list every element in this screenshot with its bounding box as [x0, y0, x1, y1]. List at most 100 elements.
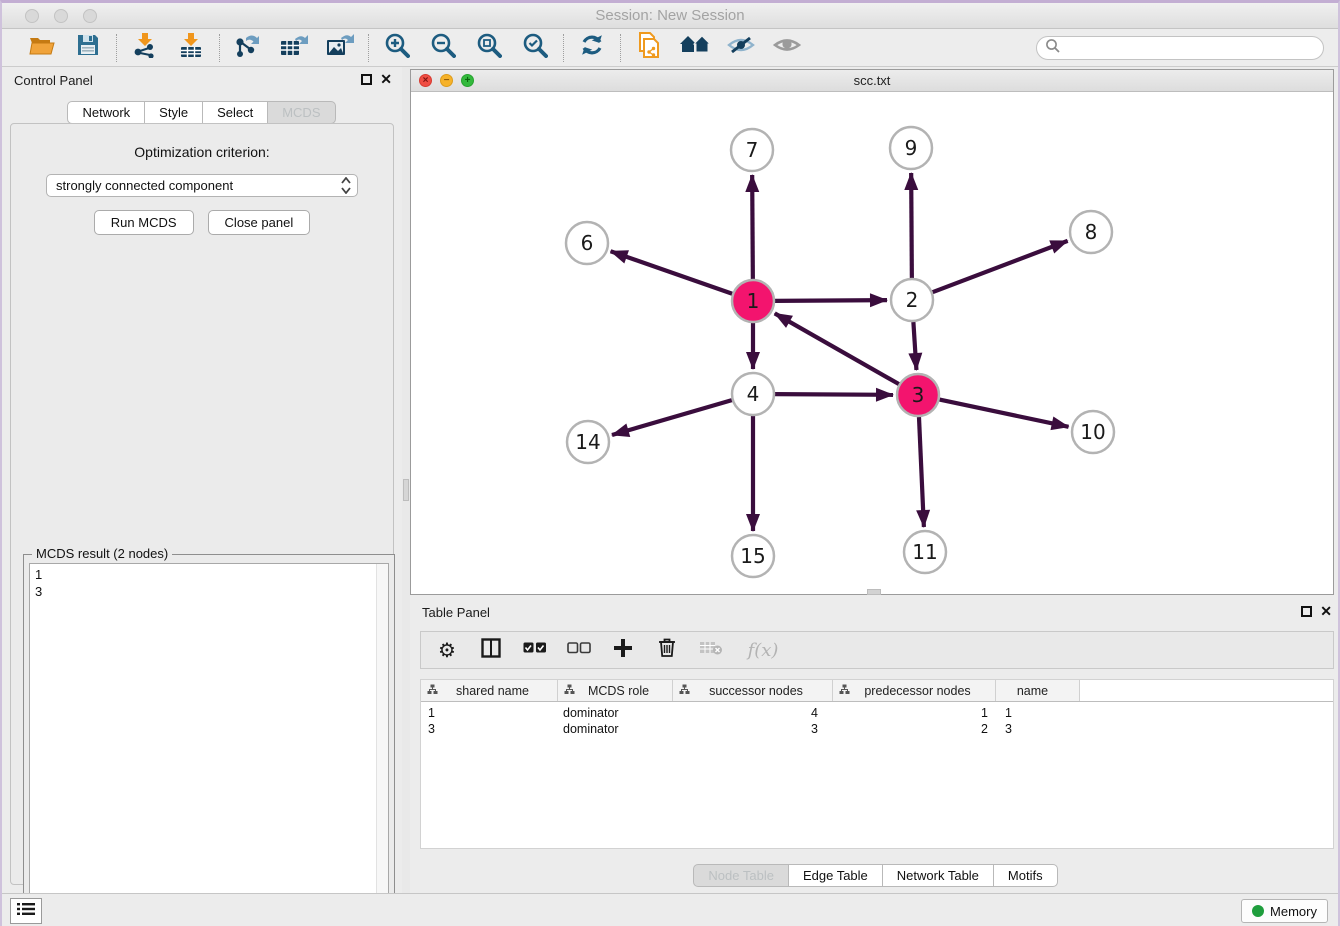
table-panel: Table Panel ✕ ⚙: [410, 599, 1340, 893]
graph-node-label: 9: [905, 136, 918, 160]
deselect-all-button[interactable]: [567, 638, 591, 662]
hide-graphics-details-button[interactable]: [726, 33, 756, 63]
criterion-select[interactable]: strongly connected component: [46, 174, 358, 197]
open-folder-icon: [28, 33, 56, 62]
trash-icon: [658, 637, 676, 663]
graph-edge-3-10[interactable]: [940, 400, 1069, 427]
main-toolbar: [2, 29, 1338, 67]
table-row[interactable]: 1 dominator 4 1 1: [421, 705, 1333, 721]
zoom-in-button[interactable]: [382, 33, 412, 63]
graph-node-label: 14: [575, 430, 600, 454]
export-table-button[interactable]: [279, 33, 309, 63]
table-row[interactable]: 3 dominator 3 2 3: [421, 721, 1333, 737]
graph-edge-2-3[interactable]: [913, 322, 916, 370]
float-table-panel-icon[interactable]: [1301, 606, 1312, 617]
mcds-result-text[interactable]: 1 3: [29, 563, 389, 926]
column-pane-icon: [481, 638, 501, 663]
close-table-panel-icon[interactable]: ✕: [1320, 606, 1332, 617]
import-table-button[interactable]: [176, 33, 206, 63]
export-network-button[interactable]: [233, 33, 263, 63]
eye-icon: [773, 34, 801, 61]
delete-table-button[interactable]: [699, 638, 723, 662]
tab-mcds[interactable]: MCDS: [267, 101, 335, 124]
graph-node-10[interactable]: 10: [1072, 411, 1114, 453]
function-builder-button[interactable]: f(x): [743, 638, 783, 662]
export-image-button[interactable]: [325, 33, 355, 63]
zoom-selected-button[interactable]: [520, 33, 550, 63]
graph-node-3[interactable]: 3: [897, 374, 939, 416]
search-input[interactable]: [1036, 36, 1324, 60]
column-header-shared-name[interactable]: shared name: [421, 680, 558, 701]
column-header-name[interactable]: name: [996, 680, 1080, 701]
tab-motifs[interactable]: Motifs: [993, 864, 1058, 887]
graph-edge-1-6[interactable]: [611, 251, 733, 293]
tab-edge-table[interactable]: Edge Table: [788, 864, 883, 887]
memory-button[interactable]: Memory: [1241, 899, 1328, 923]
graph-node-14[interactable]: 14: [567, 421, 609, 463]
memory-status-icon: [1252, 905, 1264, 917]
zoom-out-button[interactable]: [428, 33, 458, 63]
column-layout-button[interactable]: [479, 638, 503, 662]
add-column-button[interactable]: [611, 638, 635, 662]
network-split-handle[interactable]: [867, 589, 881, 595]
run-mcds-button[interactable]: Run MCDS: [94, 210, 194, 235]
graph-edge-1-2[interactable]: [775, 300, 887, 301]
table-settings-button[interactable]: ⚙: [435, 638, 459, 662]
import-network-button[interactable]: [130, 33, 160, 63]
graph-edge-3-1[interactable]: [775, 313, 899, 384]
optimization-criterion-label: Optimization criterion:: [11, 144, 393, 160]
graph-node-9[interactable]: 9: [890, 127, 932, 169]
zoom-fit-icon: [476, 32, 502, 63]
close-panel-icon[interactable]: ✕: [380, 74, 392, 85]
tab-network-table[interactable]: Network Table: [882, 864, 994, 887]
network-window-titlebar[interactable]: × − + scc.txt: [411, 70, 1333, 92]
graph-edge-4-14[interactable]: [612, 400, 732, 435]
open-session-button[interactable]: [27, 33, 57, 63]
refresh-button[interactable]: [577, 33, 607, 63]
graph-edge-2-9[interactable]: [911, 173, 912, 278]
result-scrollbar[interactable]: [376, 564, 388, 926]
select-all-button[interactable]: [523, 638, 547, 662]
graph-node-1[interactable]: 1: [732, 280, 774, 322]
home-layout-button[interactable]: [680, 33, 710, 63]
graph-edge-4-3[interactable]: [775, 394, 893, 395]
graph-edge-3-11[interactable]: [919, 417, 924, 527]
close-panel-button[interactable]: Close panel: [208, 210, 311, 235]
control-panel: Control Panel ✕ Network Style Select MCD…: [2, 67, 402, 893]
mcds-result-group: MCDS result (2 nodes) 1 3: [23, 554, 395, 926]
gear-icon: ⚙: [438, 638, 456, 663]
new-network-from-selection-button[interactable]: [634, 33, 664, 63]
select-stepper-icon: [341, 177, 351, 194]
graph-node-4[interactable]: 4: [732, 373, 774, 415]
export-image-icon: [325, 32, 355, 63]
float-panel-icon[interactable]: [361, 74, 372, 85]
tab-node-table[interactable]: Node Table: [693, 864, 789, 887]
graph-node-8[interactable]: 8: [1070, 211, 1112, 253]
graph-node-15[interactable]: 15: [732, 535, 774, 577]
table-header-row: shared name MCDS role successor nodes pr…: [421, 680, 1333, 702]
column-header-predecessor-nodes[interactable]: predecessor nodes: [833, 680, 996, 701]
tab-network[interactable]: Network: [67, 101, 145, 124]
task-history-button[interactable]: [10, 898, 42, 924]
divider-grab-handle[interactable]: [403, 479, 409, 501]
show-graphics-details-button[interactable]: [772, 33, 802, 63]
tab-style[interactable]: Style: [144, 101, 203, 124]
graph-edge-2-8[interactable]: [933, 241, 1068, 292]
network-canvas[interactable]: 7 9 6 8 1 2 4 3 14 10 15 11: [411, 92, 1333, 594]
graph-node-label: 3: [912, 383, 925, 407]
delete-columns-button[interactable]: [655, 638, 679, 662]
column-header-successor-nodes[interactable]: successor nodes: [673, 680, 833, 701]
zoom-fit-button[interactable]: [474, 33, 504, 63]
node-table[interactable]: shared name MCDS role successor nodes pr…: [420, 679, 1334, 849]
save-session-button[interactable]: [73, 33, 103, 63]
graph-node-11[interactable]: 11: [904, 531, 946, 573]
graph-edge-1-7[interactable]: [752, 175, 753, 279]
panel-split-divider[interactable]: [402, 67, 410, 893]
graph-node-label: 6: [581, 231, 594, 255]
tab-select[interactable]: Select: [202, 101, 268, 124]
graph-node-7[interactable]: 7: [731, 129, 773, 171]
graph-node-6[interactable]: 6: [566, 222, 608, 264]
result-line: 1: [35, 566, 383, 583]
column-header-mcds-role[interactable]: MCDS role: [558, 680, 673, 701]
graph-node-2[interactable]: 2: [891, 279, 933, 321]
